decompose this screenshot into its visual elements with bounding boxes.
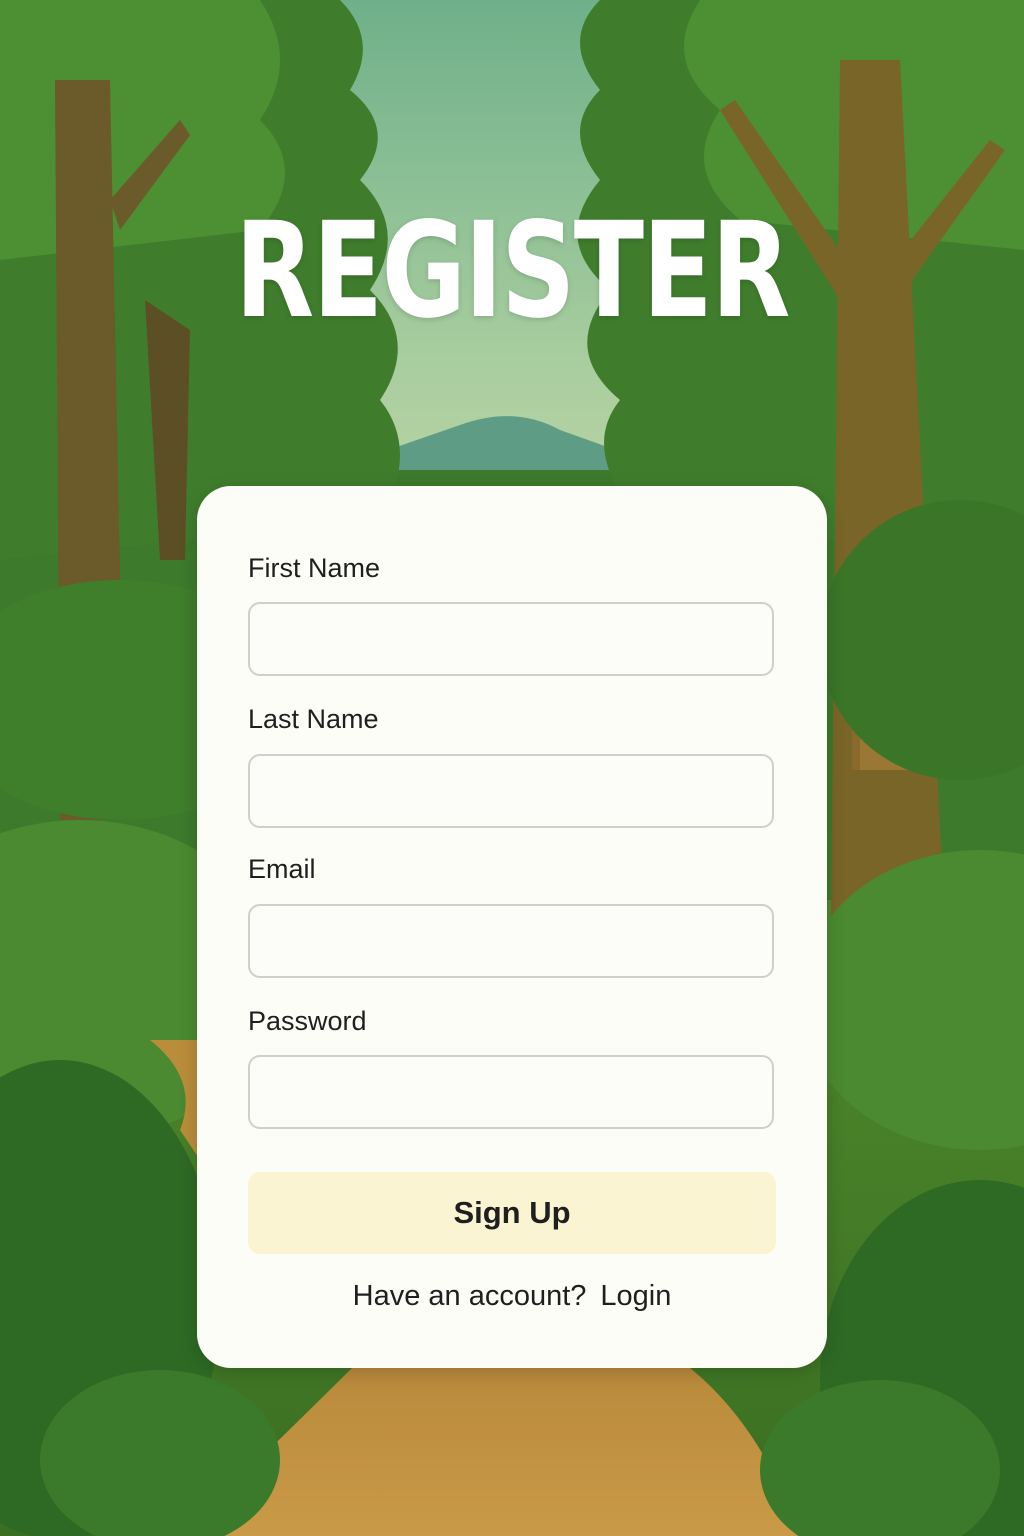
register-screen: REGISTER First Name Last Name Email Pass…	[0, 0, 1024, 1536]
have-account-text: Have an account?	[352, 1280, 587, 1312]
email-label: Email	[248, 854, 316, 884]
password-field[interactable]	[248, 1055, 774, 1129]
last-name-label: Last Name	[248, 704, 379, 734]
registration-card: First Name Last Name Email Password Sign…	[197, 486, 827, 1368]
sign-up-button[interactable]: Sign Up	[248, 1172, 776, 1254]
page-title: REGISTER	[235, 194, 791, 348]
login-link[interactable]: Login	[600, 1280, 671, 1312]
first-name-label: First Name	[248, 553, 381, 583]
first-name-field[interactable]	[248, 602, 774, 676]
email-field[interactable]	[248, 904, 774, 978]
password-label: Password	[248, 1006, 367, 1036]
login-prompt: Have an account? Login	[197, 1280, 827, 1313]
last-name-field[interactable]	[248, 754, 774, 828]
